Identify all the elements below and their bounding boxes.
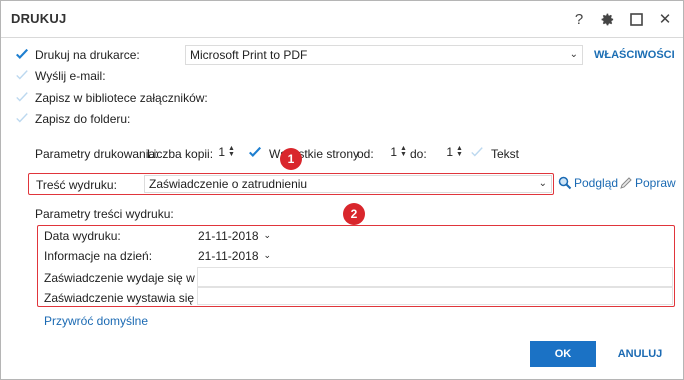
- save-folder-label: Zapisz do folderu:: [35, 112, 131, 126]
- copies-stepper[interactable]: 1 ▲ ▼: [213, 145, 235, 159]
- chevron-down-icon: ⌄: [538, 178, 547, 189]
- to-value: 1: [446, 145, 453, 159]
- text-checkbox[interactable]: [470, 145, 484, 159]
- to-stepper[interactable]: 1 ▲ ▼: [441, 145, 463, 159]
- cancel-button[interactable]: ANULUJ: [612, 341, 668, 367]
- print-on-printer-label: Drukuj na drukarce:: [35, 48, 140, 62]
- callout-badge-1: 1: [280, 148, 302, 170]
- dialog-title: DRUKUJ: [11, 11, 67, 26]
- preview-button[interactable]: Podgląd: [558, 176, 618, 190]
- info-date-value: 21-11-2018: [198, 248, 259, 263]
- from-stepper[interactable]: 1 ▲ ▼: [385, 145, 407, 159]
- stepper-arrows-icon[interactable]: ▲ ▼: [456, 145, 463, 158]
- content-label: Treść wydruku:: [36, 178, 117, 192]
- printer-select[interactable]: Microsoft Print to PDF ⌄: [185, 45, 583, 65]
- chevron-down-icon: ⌄: [263, 250, 272, 260]
- print-on-printer-checkbox[interactable]: [15, 47, 29, 61]
- callout-badge-2: 2: [343, 203, 365, 225]
- all-pages-checkbox[interactable]: [248, 145, 262, 159]
- save-attachments-label: Zapisz w bibliotece załączników:: [35, 91, 208, 105]
- close-icon[interactable]: ✕: [653, 7, 677, 31]
- title-separator: [1, 37, 683, 38]
- preview-label: Podgląd: [574, 176, 619, 190]
- chevron-down-icon: ⌄: [263, 230, 272, 240]
- magnifier-icon: [558, 176, 572, 190]
- help-button[interactable]: ?: [567, 7, 591, 31]
- print-params-label: Parametry drukowania:: [35, 147, 159, 161]
- edit-button[interactable]: Popraw: [619, 176, 676, 190]
- pencil-icon: [620, 177, 632, 189]
- print-date-label: Data wydruku:: [44, 229, 121, 243]
- print-date-field[interactable]: 21-11-2018 ⌄: [198, 227, 271, 244]
- text-label: Tekst: [491, 147, 520, 161]
- send-email-checkbox[interactable]: [15, 68, 29, 82]
- restore-defaults-link[interactable]: Przywróć domyślne: [44, 314, 148, 328]
- chevron-down-icon: ⌄: [569, 49, 578, 60]
- print-dialog: DRUKUJ ? ✕ Drukuj na drukarce: Wyślij e-…: [0, 0, 684, 380]
- content-select[interactable]: Zaświadczenie o zatrudnieniu ⌄: [144, 175, 552, 193]
- printer-properties-link[interactable]: WŁAŚCIWOŚCI: [594, 49, 675, 61]
- to-label: do:: [410, 147, 427, 161]
- ok-button[interactable]: OK: [530, 341, 596, 367]
- edit-label: Popraw: [635, 176, 676, 190]
- content-params-label: Parametry treści wydruku:: [35, 207, 174, 221]
- issued-for-label: Zaświadczenie wystawia się dla:: [44, 291, 217, 305]
- content-selected-value: Zaświadczenie o zatrudnieniu: [149, 177, 308, 191]
- printer-selected-value: Microsoft Print to PDF: [190, 48, 308, 62]
- stepper-arrows-icon[interactable]: ▲ ▼: [400, 145, 407, 158]
- stepper-arrows-icon[interactable]: ▲ ▼: [228, 145, 235, 158]
- gear-icon[interactable]: [595, 7, 619, 31]
- from-label: od:: [357, 147, 374, 161]
- send-email-label: Wyślij e-mail:: [35, 69, 106, 83]
- purpose-input[interactable]: [197, 267, 673, 287]
- copies-value: 1: [218, 145, 225, 159]
- issued-for-input[interactable]: [197, 287, 673, 305]
- maximize-icon[interactable]: [624, 7, 648, 31]
- save-folder-checkbox[interactable]: [15, 111, 29, 125]
- from-value: 1: [390, 145, 397, 159]
- info-date-field[interactable]: 21-11-2018 ⌄: [198, 247, 271, 264]
- save-attachments-checkbox[interactable]: [15, 90, 29, 104]
- print-date-value: 21-11-2018: [198, 228, 259, 243]
- info-date-label: Informacje na dzień:: [44, 249, 153, 263]
- title-bar: DRUKUJ ? ✕: [1, 1, 683, 37]
- copies-label: Liczba kopii:: [147, 147, 214, 161]
